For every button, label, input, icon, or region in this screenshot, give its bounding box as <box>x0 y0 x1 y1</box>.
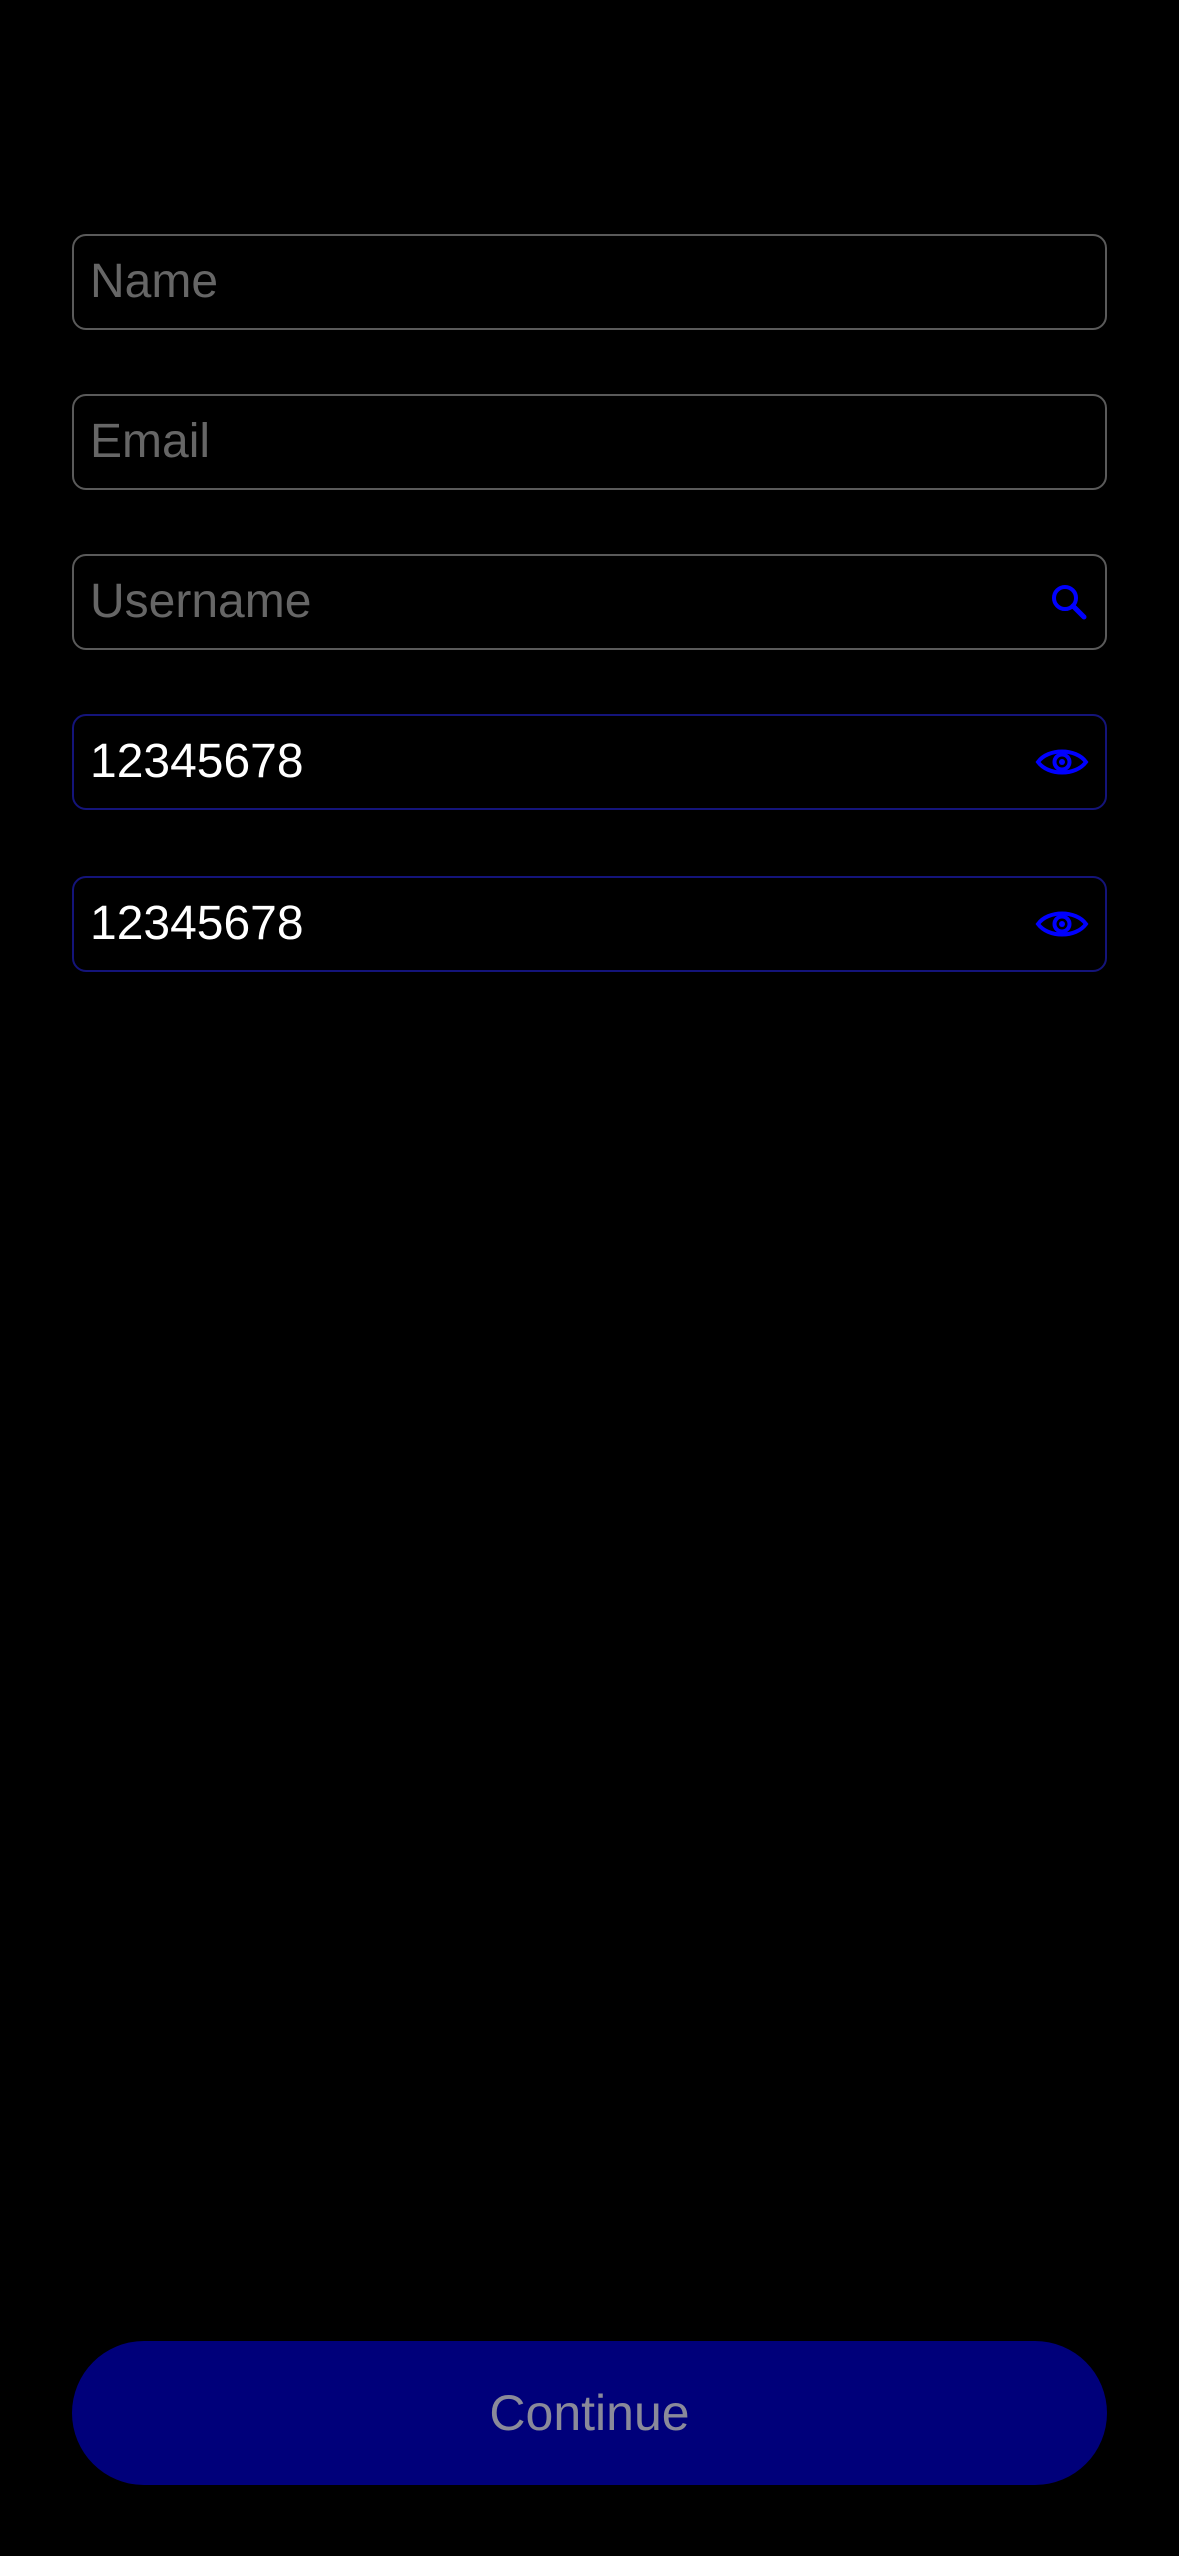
username-field[interactable]: Username <box>72 554 1107 650</box>
continue-button[interactable]: Continue <box>72 2341 1107 2485</box>
confirm-password-value: 12345678 <box>90 900 304 948</box>
eye-icon[interactable] <box>1035 745 1089 779</box>
email-placeholder: Email <box>90 418 211 466</box>
confirm-password-field[interactable]: 12345678 <box>72 876 1107 972</box>
password-value: 12345678 <box>90 738 304 786</box>
name-field[interactable]: Name <box>72 234 1107 330</box>
name-placeholder: Name <box>90 258 219 306</box>
signup-screen: Name Email Username 12345678 12345678 Co… <box>0 0 1179 2556</box>
username-placeholder: Username <box>90 578 312 626</box>
password-field[interactable]: 12345678 <box>72 714 1107 810</box>
email-field[interactable]: Email <box>72 394 1107 490</box>
continue-label: Continue <box>489 2385 690 2441</box>
search-icon[interactable] <box>1049 582 1089 622</box>
eye-icon[interactable] <box>1035 907 1089 941</box>
